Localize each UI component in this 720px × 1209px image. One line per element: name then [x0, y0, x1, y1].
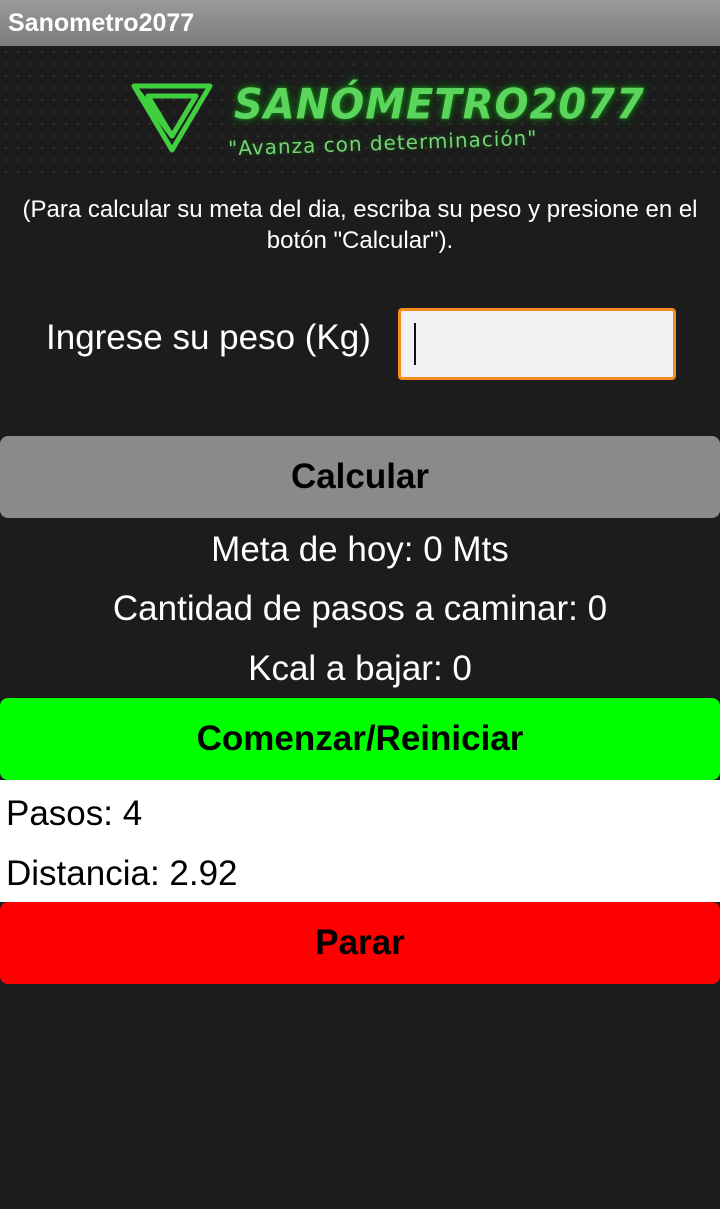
app-title-bar: Sanometro2077	[0, 0, 720, 46]
app-title: Sanometro2077	[8, 9, 195, 37]
weight-input[interactable]	[398, 308, 676, 380]
steps-count: Pasos: 4	[6, 794, 143, 833]
triangle-logo-icon	[131, 83, 213, 153]
distance-value: Distancia: 2.92	[6, 854, 238, 893]
steps-to-walk-text: Cantidad de pasos a caminar: 0	[112, 589, 608, 628]
goal-text: Meta de hoy: 0 Mts	[211, 530, 509, 569]
kcal-text: Kcal a bajar: 0	[248, 649, 472, 688]
stop-button[interactable]: Parar	[0, 902, 720, 984]
app-logo-banner: SANÓMETRO2077 "Avanza con determinación"	[0, 46, 720, 176]
weight-label: Ingrese su peso (Kg)	[46, 318, 371, 357]
tracker-panel: Pasos: 4 Distancia: 2.92	[0, 780, 720, 902]
calculate-button[interactable]: Calcular	[0, 436, 720, 518]
logo-title: SANÓMETRO2077	[234, 80, 645, 130]
start-restart-button[interactable]: Comenzar/Reiniciar	[0, 698, 720, 780]
logo-slogan: "Avanza con determinación"	[227, 125, 538, 161]
instructions-text: (Para calcular su meta del dia, escriba …	[22, 196, 698, 254]
text-cursor	[414, 323, 416, 365]
